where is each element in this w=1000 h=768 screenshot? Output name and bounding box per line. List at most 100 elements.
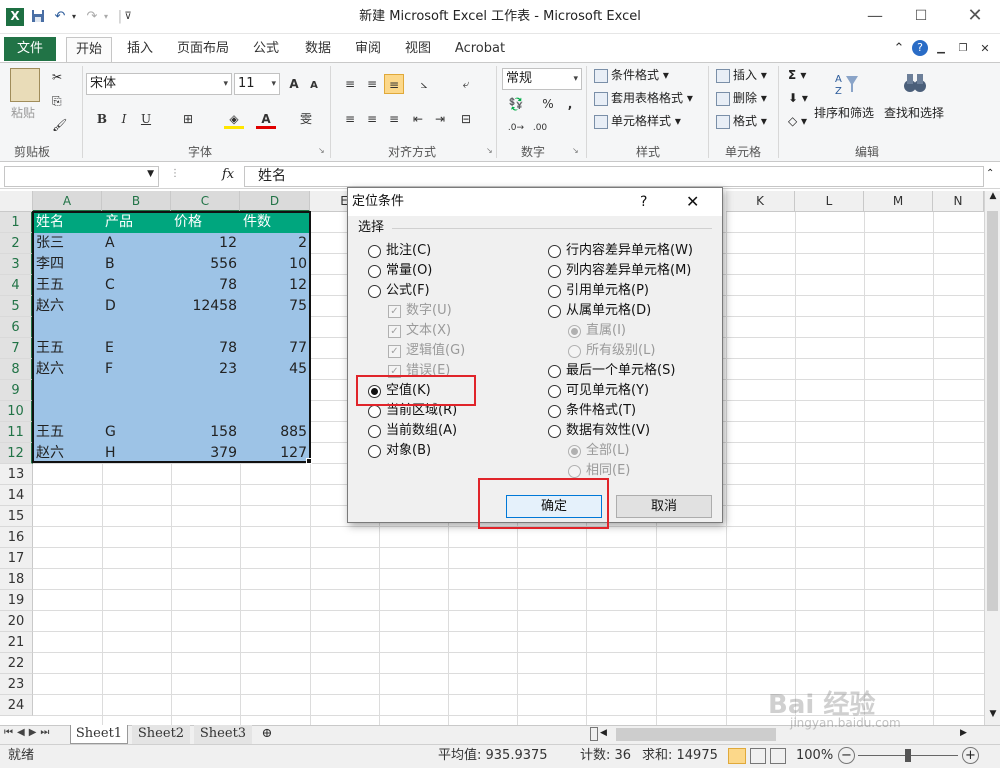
zoom-slider-thumb[interactable] <box>905 749 911 762</box>
currency-icon[interactable]: 💱 <box>506 94 526 114</box>
name-box-dropdown-icon[interactable]: ▼ <box>147 169 154 179</box>
radio-button[interactable] <box>548 305 561 318</box>
tab-home[interactable]: 开始 <box>66 37 112 63</box>
hscroll-right-icon[interactable]: ▶ <box>960 728 967 738</box>
borders-icon[interactable]: ⊞ <box>178 109 198 129</box>
align-bottom-icon[interactable]: ≡ <box>384 74 404 94</box>
scroll-thumb[interactable] <box>987 211 998 611</box>
row-header-7[interactable]: 7 <box>0 338 33 359</box>
row-header-6[interactable]: 6 <box>0 317 33 338</box>
italic-button[interactable]: I <box>114 109 134 129</box>
dialog-help-icon[interactable]: ? <box>640 192 647 212</box>
fill-icon[interactable]: ⬇ ▾ <box>788 89 808 107</box>
undo-dropdown-icon[interactable]: ▾ <box>66 9 82 25</box>
maximize-icon[interactable]: ☐ <box>898 0 944 32</box>
option-label[interactable]: 批注(C) <box>386 241 431 261</box>
radio-button[interactable] <box>548 365 561 378</box>
excel-logo-icon[interactable]: X <box>6 8 24 26</box>
page-layout-view-icon[interactable] <box>750 748 766 764</box>
column-header-k[interactable]: K <box>726 191 795 212</box>
tab-file[interactable]: 文件 <box>4 37 56 61</box>
font-color-icon[interactable]: A <box>256 109 276 129</box>
format-cells-button[interactable]: 格式 ▾ <box>716 112 767 130</box>
row-header-15[interactable]: 15 <box>0 506 33 527</box>
hscroll-splitter[interactable] <box>590 727 598 741</box>
option-label[interactable]: 列内容差异单元格(M) <box>566 261 691 281</box>
orientation-icon[interactable]: ⦣ <box>414 74 434 94</box>
option-label[interactable]: 最后一个单元格(S) <box>566 361 675 381</box>
vertical-scrollbar[interactable]: ▲ ▼ <box>984 191 1000 725</box>
column-header-d[interactable]: D <box>240 191 310 212</box>
fill-color-icon[interactable]: ◈ <box>224 109 244 129</box>
align-top-icon[interactable]: ≡ <box>340 74 360 94</box>
tab-view[interactable]: 视图 <box>396 37 440 61</box>
tab-data[interactable]: 数据 <box>296 37 340 61</box>
align-center-icon[interactable]: ≡ <box>362 109 382 129</box>
checkbox-icon[interactable]: ✓ <box>388 325 401 338</box>
normal-view-icon[interactable] <box>728 748 746 764</box>
radio-button[interactable] <box>368 425 381 438</box>
row-header-17[interactable]: 17 <box>0 548 33 569</box>
tab-insert[interactable]: 插入 <box>118 37 162 61</box>
radio-button[interactable] <box>548 425 561 438</box>
percent-button[interactable]: % <box>538 94 558 114</box>
row-header-20[interactable]: 20 <box>0 611 33 632</box>
row-header-10[interactable]: 10 <box>0 401 33 422</box>
radio-button[interactable] <box>368 285 381 298</box>
font-launcher-icon[interactable]: ↘ <box>318 146 325 155</box>
font-size-select[interactable]: 11 ▾ <box>234 73 280 95</box>
insert-cells-button[interactable]: 插入 ▾ <box>716 66 767 84</box>
column-header-l[interactable]: L <box>795 191 864 212</box>
row-header-24[interactable]: 24 <box>0 695 33 716</box>
tab-formulas[interactable]: 公式 <box>244 37 288 61</box>
row-header-16[interactable]: 16 <box>0 527 33 548</box>
option-label[interactable]: 常量(O) <box>386 261 432 281</box>
row-header-5[interactable]: 5 <box>0 296 33 317</box>
customize-qat-icon[interactable]: ⊽ <box>120 9 136 25</box>
alignment-launcher-icon[interactable]: ↘ <box>486 146 493 155</box>
row-header-14[interactable]: 14 <box>0 485 33 506</box>
option-label[interactable]: 公式(F) <box>386 281 430 301</box>
row-header-1[interactable]: 1 <box>0 212 33 233</box>
collapse-ribbon-icon[interactable]: ⌃ <box>892 37 906 61</box>
row-header-2[interactable]: 2 <box>0 233 33 254</box>
scroll-down-icon[interactable]: ▼ <box>986 709 1000 725</box>
paste-icon[interactable] <box>10 68 40 102</box>
increase-indent-icon[interactable]: ⇥ <box>430 109 450 129</box>
radio-button[interactable] <box>568 445 581 458</box>
row-header-19[interactable]: 19 <box>0 590 33 611</box>
font-name-select[interactable]: 宋体 ▾ <box>86 73 232 95</box>
sort-filter-button[interactable]: 排序和筛选 <box>814 104 874 122</box>
row-header-18[interactable]: 18 <box>0 569 33 590</box>
row-header-12[interactable]: 12 <box>0 443 33 464</box>
option-label[interactable]: 逻辑值(G) <box>406 341 465 361</box>
radio-button[interactable] <box>368 245 381 258</box>
clear-icon[interactable]: ◇ ▾ <box>788 112 807 130</box>
row-header-22[interactable]: 22 <box>0 653 33 674</box>
number-launcher-icon[interactable]: ↘ <box>572 146 579 155</box>
row-header-8[interactable]: 8 <box>0 359 33 380</box>
option-label[interactable]: 直属(I) <box>586 321 626 341</box>
align-right-icon[interactable]: ≡ <box>384 109 404 129</box>
name-box[interactable]: ▼ <box>4 166 159 187</box>
radio-button[interactable] <box>548 385 561 398</box>
number-format-select[interactable]: 常规 ▾ <box>502 68 582 90</box>
row-header-21[interactable]: 21 <box>0 632 33 653</box>
option-label[interactable]: 全部(L) <box>586 441 629 461</box>
row-header-3[interactable]: 3 <box>0 254 33 275</box>
grow-font-button[interactable]: A <box>284 74 304 94</box>
tab-review[interactable]: 审阅 <box>346 37 390 61</box>
hscroll-left-icon[interactable]: ◀ <box>600 728 607 738</box>
decrease-indent-icon[interactable]: ⇤ <box>408 109 428 129</box>
doc-minimize-icon[interactable]: ▁ <box>934 37 948 61</box>
sheet-nav-icons[interactable]: ⏮◀▶⏭ <box>4 727 53 738</box>
autosum-button[interactable]: Σ ▾ <box>788 66 806 84</box>
doc-close-icon[interactable]: ✕ <box>978 37 992 61</box>
column-header-m[interactable]: M <box>864 191 933 212</box>
cut-icon[interactable]: ✂ <box>52 68 62 86</box>
row-header-9[interactable]: 9 <box>0 380 33 401</box>
radio-button[interactable] <box>548 245 561 258</box>
column-header-n[interactable]: N <box>933 191 984 212</box>
sheet-tab-2[interactable]: Sheet2 <box>132 725 190 744</box>
bold-button[interactable]: B <box>92 109 112 129</box>
